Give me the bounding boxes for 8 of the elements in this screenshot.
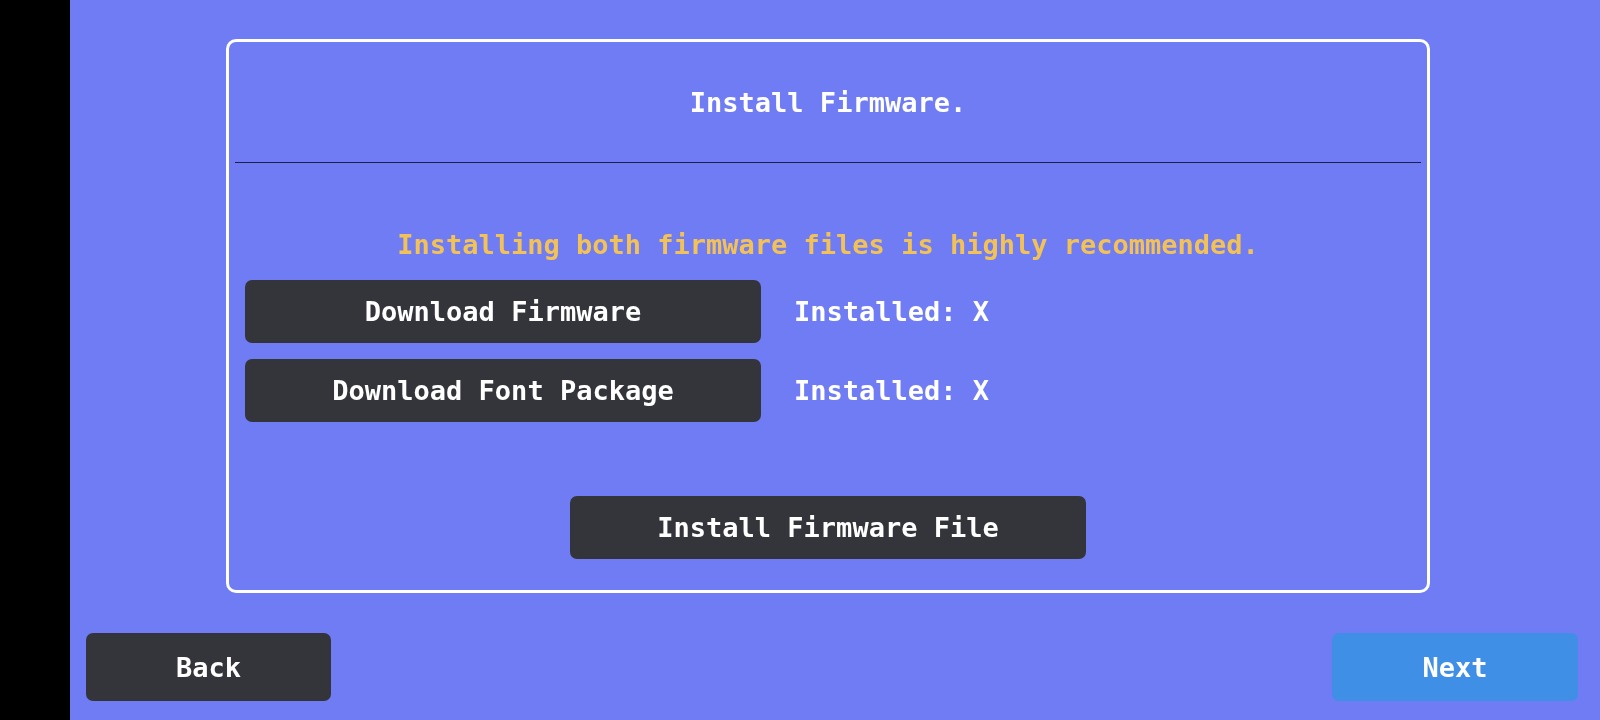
recommendation-notice: Installing both firmware files is highly recommended. — [396, 229, 1260, 260]
install-status: Installed: X — [794, 375, 990, 406]
download-button[interactable]: Download Firmware — [245, 280, 761, 343]
install-status: Installed: X — [794, 296, 990, 327]
install-firmware-button[interactable]: Install Firmware File — [570, 496, 1086, 559]
dialog-title: Install Firmware. — [689, 86, 967, 118]
download-button[interactable]: Download Font Package — [245, 359, 761, 422]
back-button[interactable]: Back — [86, 633, 331, 701]
